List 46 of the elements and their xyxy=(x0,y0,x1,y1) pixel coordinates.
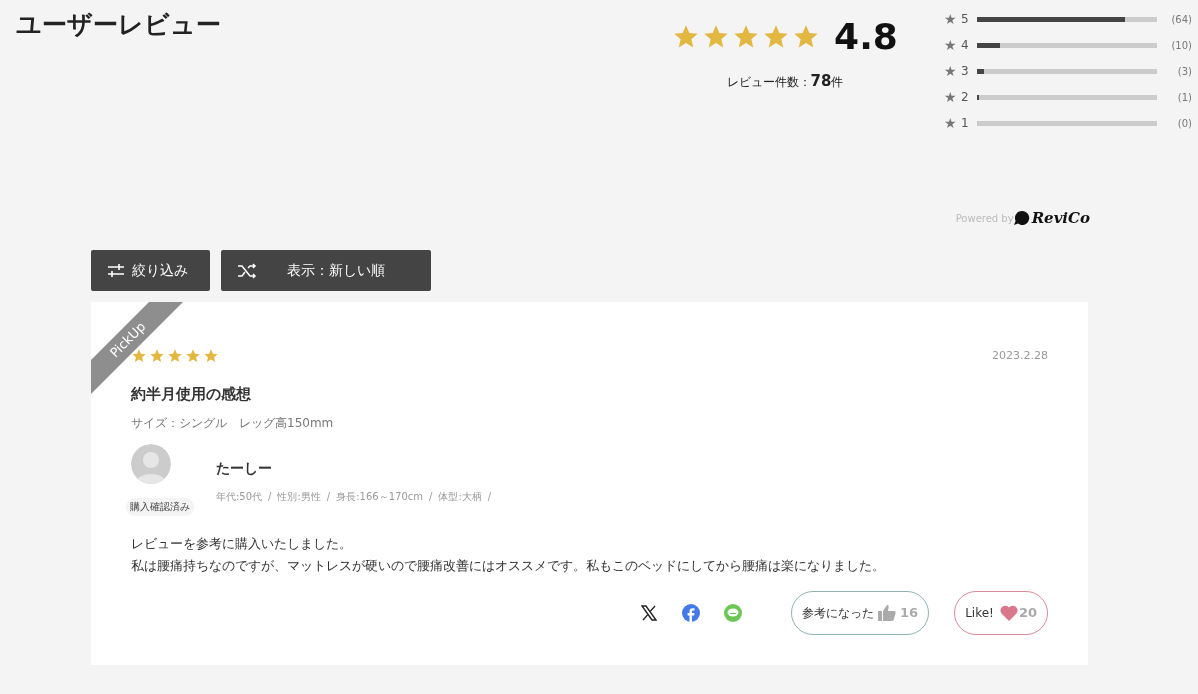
brand-logo: ReviCo xyxy=(1031,207,1090,229)
review-text: レビューを参考に購入いたしました。 xyxy=(131,535,353,553)
rating-label: 4 xyxy=(960,37,970,54)
verified-purchase-badge: 購入確認済み xyxy=(126,498,194,516)
separator: / xyxy=(326,490,331,504)
separator: / xyxy=(429,490,433,504)
rating-label: 3 xyxy=(960,63,970,80)
rating-label: 1 xyxy=(960,115,970,132)
logo-icon xyxy=(1013,210,1031,226)
star-glyph: ★ xyxy=(944,61,958,81)
product-variant: サイズ：シングル レッグ高150mm xyxy=(131,415,335,432)
rating-label: 2 xyxy=(960,89,970,106)
reviewer-attribute: 体型:大柄 xyxy=(438,490,482,504)
facebook-icon[interactable] xyxy=(682,604,701,622)
reviewer-name: たーしー xyxy=(216,459,273,478)
review-count: レビュー件数：78件 xyxy=(726,71,844,92)
star-glyph: ★ xyxy=(944,9,958,29)
star-glyph: ★ xyxy=(944,113,958,133)
thumbs-up-icon xyxy=(878,605,897,621)
shuffle-icon xyxy=(237,262,257,279)
rating-count: (0) xyxy=(1177,116,1192,131)
avatar-icon xyxy=(131,444,171,484)
page-title: ユーザーレビュー xyxy=(16,9,222,41)
star-glyph: ★ xyxy=(944,35,958,55)
sliders-icon xyxy=(107,262,125,279)
review-text: 私は腰痛持ちなのですが、マットレスが硬いので腰痛改善にはオススメです。私もこのベッドにしてから腰痛は楽になりました。 xyxy=(131,557,886,575)
separator: / xyxy=(487,490,492,504)
rating-count: (10) xyxy=(1171,38,1192,53)
reviewer-attribute: 年代:50代 xyxy=(216,490,263,504)
helpful-count: 16 xyxy=(900,604,919,623)
review-title: 約半月使用の感想 xyxy=(131,383,252,405)
average-score: 4.8 xyxy=(834,15,898,59)
reviewer-attribute: 身長:166～170cm xyxy=(336,490,423,504)
heart-icon xyxy=(999,605,1018,621)
rating-count: (3) xyxy=(1177,64,1192,79)
x-icon[interactable] xyxy=(641,605,658,621)
review-date: 2023.2.28 xyxy=(992,348,1048,364)
sort-button[interactable]: 表示：新しい順 xyxy=(221,250,431,291)
separator: / xyxy=(268,490,272,504)
star-glyph: ★ xyxy=(944,87,958,107)
rating-label: 5 xyxy=(960,11,970,28)
filter-button[interactable]: 絞り込み xyxy=(91,250,210,291)
rating-count: (64) xyxy=(1171,12,1192,27)
rating-count: (1) xyxy=(1177,90,1192,105)
like-count: 20 xyxy=(1018,604,1037,623)
reviewer-attribute: 性別:男性 xyxy=(277,490,321,504)
